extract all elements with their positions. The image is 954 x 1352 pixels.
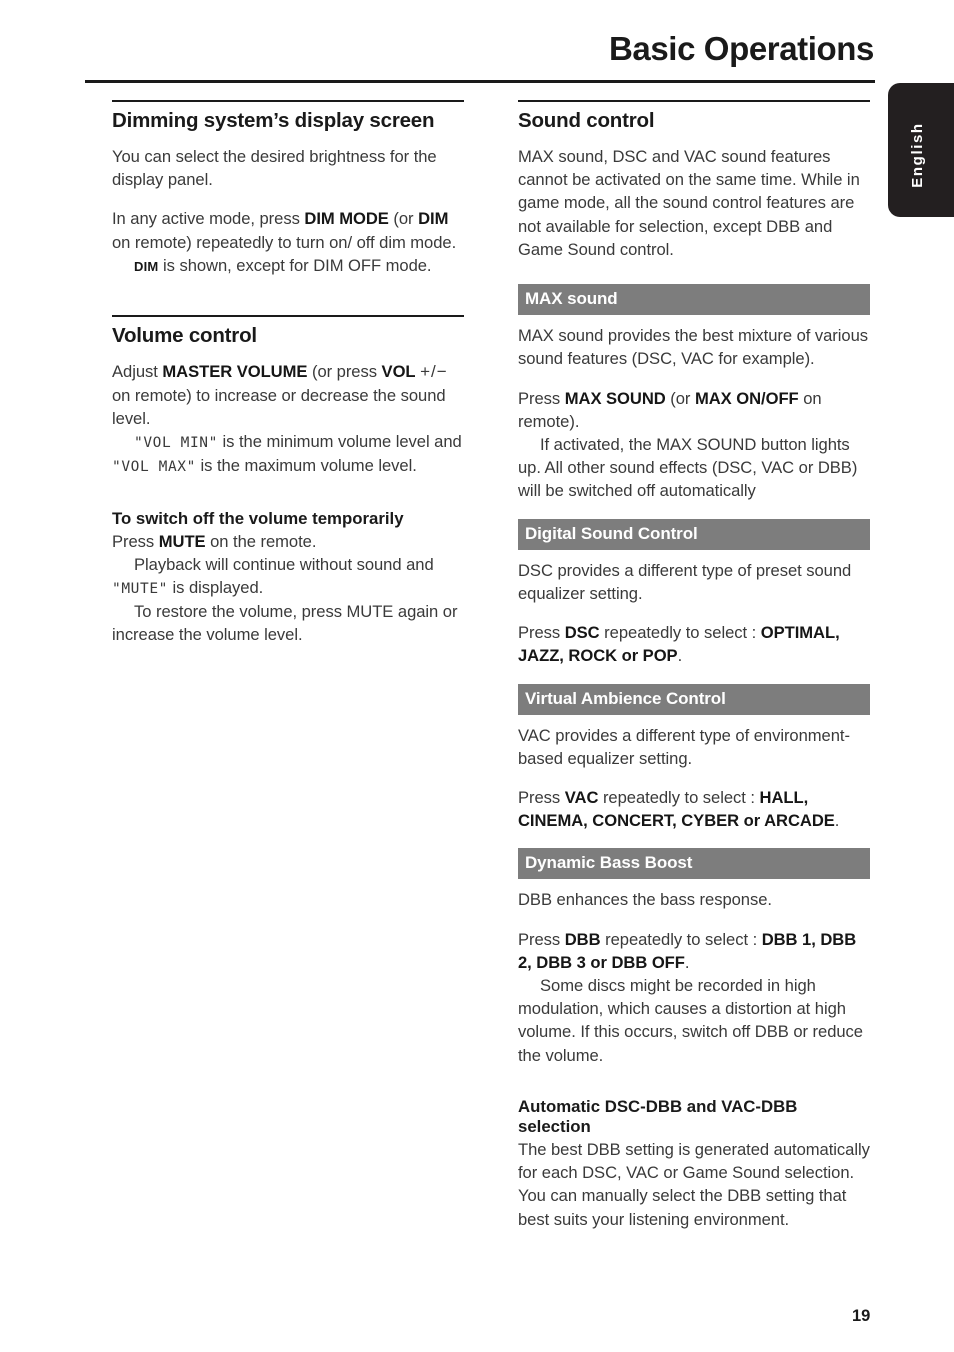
mute-display-text: "MUTE" [112, 581, 168, 598]
max-sound-paragraph-1: MAX sound provides the best mixture of v… [518, 326, 869, 369]
dimming-paragraph-1: You can select the desired brightness fo… [112, 147, 437, 190]
dsc-p2-post: . [677, 646, 683, 666]
dbb-p2-mid: repeatedly to select : [600, 929, 762, 949]
vac-p2-mid: repeatedly to select : [598, 787, 760, 807]
dbb-p2-pre: Press [518, 929, 565, 949]
max-on-off-button-ref: MAX ON/OFF [694, 388, 799, 408]
right-column: Sound control MAX sound, DSC and VAC sou… [518, 100, 870, 1247]
sound-control-heading: Sound control [518, 109, 655, 132]
sound-control-paragraph-1: MAX sound, DSC and VAC sound features ca… [518, 147, 860, 259]
dimming-p2-post: on remote) repeatedly to turn on/ off di… [112, 232, 457, 252]
language-tab-english: English [888, 83, 954, 217]
max-sound-button-ref: MAX SOUND [564, 388, 666, 408]
mute-p1-pre: Press [112, 531, 159, 551]
subsection-gap [518, 1083, 870, 1097]
master-volume-ref: MASTER VOLUME [162, 362, 308, 382]
mute-p2-post: is displayed. [167, 578, 264, 598]
left-column: Dimming system’s display screen You can … [112, 100, 464, 662]
volume-paragraph-1: Adjust MASTER VOLUME (or press VOL +/− o… [112, 360, 464, 430]
mute-p3-text: To restore the volume, press MUTE again … [112, 601, 458, 644]
dsc-paragraph-2: Press DSC repeatedly to select : OPTIMAL… [518, 621, 870, 667]
dbb-paragraph-3: Some discs might be recorded in high mod… [518, 974, 870, 1067]
dbb-bar: Dynamic Bass Boost [518, 848, 870, 880]
max-sound-p2-mid: (or [665, 388, 695, 408]
dimming-section-rule [112, 100, 464, 102]
dimming-p2-pre: In any active mode, press [112, 209, 305, 229]
volume-p1-post: on remote) to increase or decrease the s… [112, 385, 446, 429]
dim-mode-button-ref: DIM MODE [304, 209, 389, 229]
mute-paragraph-2: Playback will continue without sound and… [112, 553, 464, 600]
dbb-paragraph-1: DBB enhances the bass response. [518, 890, 772, 910]
dimming-paragraph-3: DIM is shown, except for DIM OFF mode. [112, 254, 464, 277]
dbb-p3-text: Some discs might be recorded in high mod… [518, 976, 863, 1065]
mute-paragraph-1: Press MUTE on the remote. [112, 530, 464, 553]
page-number: 19 [852, 1307, 871, 1325]
vol-button-ref: VOL [381, 362, 416, 382]
vac-p2-post: . [834, 811, 840, 831]
vac-bar: Virtual Ambience Control [518, 683, 870, 715]
header-divider [85, 80, 875, 83]
volume-section-heading: Volume control [112, 324, 257, 348]
volume-p1-pre: Adjust [112, 362, 163, 382]
dbb-p2-post: . [684, 952, 690, 972]
dimming-p3-text: is shown, except for DIM OFF mode. [158, 255, 432, 275]
dbb-button-ref: DBB [564, 929, 601, 949]
mute-subsection-heading: To switch off the volume temporarily [112, 508, 404, 528]
dimming-section-heading: Dimming system’s display screen [112, 109, 435, 132]
dimming-paragraph-2: In any active mode, press DIM MODE (or D… [112, 207, 464, 253]
volume-p2-mid: is the minimum volume level and [217, 432, 462, 452]
dsc-paragraph-1: DSC provides a different type of preset … [518, 560, 852, 603]
mute-p2-pre: Playback will continue without sound and [134, 555, 434, 575]
dbb-paragraph-2: Press DBB repeatedly to select : DBB 1, … [518, 928, 870, 974]
auto-selection-heading: Automatic DSC-DBB and VAC-DBB selection [518, 1096, 798, 1136]
vac-paragraph-1: VAC provides a different type of environ… [518, 725, 850, 768]
max-sound-paragraph-2: Press MAX SOUND (or MAX ON/OFF on remote… [518, 387, 870, 433]
dimming-p2-mid: (or [388, 209, 419, 229]
dsc-button-ref: DSC [564, 623, 600, 643]
vac-p2-pre: Press [518, 787, 565, 807]
dsc-p2-mid: repeatedly to select : [599, 623, 761, 643]
volume-p1-mid: (or press [307, 362, 382, 382]
auto-selection-paragraph-1: The best DBB setting is generated automa… [518, 1139, 870, 1229]
vac-paragraph-2: Press VAC repeatedly to select : HALL, C… [518, 786, 870, 832]
language-tab-label: English [908, 122, 926, 188]
bar-spacer [518, 277, 870, 284]
dim-indicator-label: DIM [134, 258, 159, 274]
dsc-p2-pre: Press [518, 623, 565, 643]
page-title: Basic Operations [608, 30, 874, 67]
subsection-gap [112, 493, 464, 509]
volume-paragraph-2: "VOL MIN" is the minimum volume level an… [112, 430, 464, 477]
mute-paragraph-3: To restore the volume, press MUTE again … [112, 600, 464, 646]
max-sound-paragraph-3: If activated, the MAX SOUND button light… [518, 433, 870, 503]
plus-minus-icon: +/− [420, 362, 448, 382]
dsc-bar: Digital Sound Control [518, 518, 870, 550]
max-sound-p2-pre: Press [518, 388, 565, 408]
manual-page: Basic Operations English Dimming system’… [0, 0, 954, 1352]
vac-button-ref: VAC [564, 787, 599, 807]
dim-button-ref: DIM [418, 209, 449, 229]
sound-control-section-rule [518, 100, 870, 102]
volume-section-rule [112, 315, 464, 318]
mute-button-ref: MUTE [158, 531, 206, 551]
mute-p1-post: on the remote. [205, 531, 317, 551]
vol-max-display-text: "VOL MAX" [112, 458, 196, 475]
max-sound-p3-text: If activated, the MAX SOUND button light… [518, 434, 858, 501]
max-sound-bar: MAX sound [518, 284, 870, 316]
volume-p2-post: is the maximum volume level. [195, 455, 417, 475]
vol-min-display-text: "VOL MIN" [134, 435, 218, 452]
